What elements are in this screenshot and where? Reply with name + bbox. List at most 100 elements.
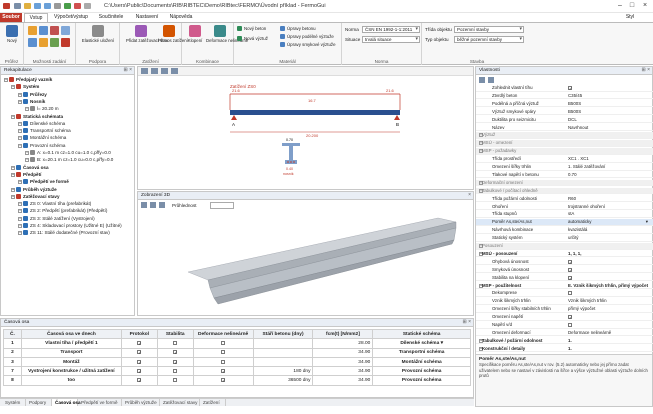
tab-soubor[interactable]: Soubor xyxy=(0,13,22,22)
property-value[interactable] xyxy=(568,290,650,296)
scheme-cell[interactable]: Dílenské schéma ▾ xyxy=(372,338,471,349)
tree-item[interactable]: − ZS 2: Předpětí (prefabrikát) (Předpětí) xyxy=(18,208,107,214)
tree-item[interactable]: − ZS 0: Vlastní tíha (prefabrikát) xyxy=(18,201,91,207)
property-row[interactable]: + MSÚ - omezení xyxy=(476,140,653,147)
trida-select[interactable]: Pozemní stavby xyxy=(454,26,524,33)
name-cell[interactable]: Montáž xyxy=(20,356,122,368)
save-icon[interactable] xyxy=(14,3,21,9)
elastic-support-button[interactable]: Elastické uložení xyxy=(80,25,116,43)
tab-vypocet[interactable]: Výpočet/výstup xyxy=(50,13,92,22)
property-value[interactable]: stA xyxy=(568,211,650,217)
name-cell[interactable]: Vystrojení konstrukce / užitná zatížení xyxy=(20,366,122,377)
expand-toggle-icon[interactable]: − xyxy=(4,78,8,82)
expand-toggle-icon[interactable]: − xyxy=(11,165,15,170)
property-value[interactable]: C35/45 xyxy=(568,93,650,99)
bottom-tab[interactable]: Podpory xyxy=(26,399,52,406)
reset-view-icon[interactable] xyxy=(159,202,165,208)
property-value[interactable]: ✓ xyxy=(568,85,650,91)
bottom-tab[interactable]: Systém xyxy=(2,399,26,406)
table-row[interactable]: 7 Vystrojení konstrukce / užitná zatížení… xyxy=(3,366,471,377)
column-header[interactable]: Č. xyxy=(3,328,22,340)
deform-cell[interactable] xyxy=(192,338,254,349)
deform-checkbox[interactable]: ✓ xyxy=(221,378,225,383)
protokol-checkbox[interactable]: ✓ xyxy=(137,350,142,355)
stabilita-cell[interactable] xyxy=(156,366,194,377)
measure-icon[interactable] xyxy=(171,68,178,74)
property-row[interactable]: Název Navrhnout xyxy=(476,125,653,131)
expand-toggle-icon[interactable]: − xyxy=(18,129,22,134)
add-load-case-button[interactable]: Přidat zatěžovací stav xyxy=(126,25,168,43)
property-checkbox[interactable] xyxy=(568,291,572,296)
protokol-cell[interactable]: ✓ xyxy=(120,347,158,358)
edit-concrete-button[interactable]: Úpravy betonu xyxy=(280,26,316,31)
bottom-tab[interactable]: Průběh výztuže xyxy=(122,399,160,406)
table-row[interactable]: 3 Montáž ✓ ✓ 34.90 Montážní schéma xyxy=(3,356,471,368)
protokol-checkbox[interactable]: ✓ xyxy=(137,378,142,383)
n-cell[interactable]: 8 xyxy=(3,375,22,386)
situace-select[interactable]: trvalá situace xyxy=(362,36,420,43)
age-cell[interactable] xyxy=(252,338,314,349)
deform-checkbox[interactable]: ✓ xyxy=(221,368,225,373)
expand-toggle-icon[interactable]: − xyxy=(11,187,15,192)
open-icon[interactable] xyxy=(24,3,31,9)
deform-cell[interactable]: ✓ xyxy=(192,375,254,386)
rotate-icon[interactable] xyxy=(141,202,147,208)
protokol-cell[interactable]: ✓ xyxy=(120,375,158,386)
expand-toggle-icon[interactable]: − xyxy=(11,194,15,199)
age-cell[interactable]: 36500 dny xyxy=(252,375,314,386)
option-6-icon[interactable] xyxy=(39,38,48,47)
name-cell[interactable]: Transport xyxy=(20,347,122,358)
redo-icon[interactable] xyxy=(44,3,51,9)
n-cell[interactable]: 2 xyxy=(3,347,22,358)
property-value[interactable]: ✓ xyxy=(568,267,650,273)
property-row[interactable]: Tlakové napětí v betonu 0.70 xyxy=(476,172,653,179)
edit-shear-button[interactable]: Úpravy smykové výztuže xyxy=(280,42,336,47)
property-row[interactable]: Ztvrdlý beton C35/45 xyxy=(476,93,653,100)
zoom3d-icon[interactable] xyxy=(150,202,156,208)
new-button[interactable]: Nový xyxy=(2,25,22,43)
expand-toggle-icon[interactable]: − xyxy=(18,180,22,185)
deform-checkbox[interactable] xyxy=(221,359,226,364)
property-checkbox[interactable]: ✓ xyxy=(568,86,572,91)
property-row[interactable]: Omezení napětí ✓ xyxy=(476,314,653,321)
property-row[interactable]: Omezení šířky stabilních trhlin přímý výp… xyxy=(476,306,653,313)
property-value[interactable]: Vznik šikmých trhlin xyxy=(568,298,650,304)
expand-toggle-icon[interactable]: − xyxy=(18,231,22,236)
property-value[interactable]: trojstranné ohoření xyxy=(568,204,650,210)
new-reinforcement-button[interactable]: Nová výztuž xyxy=(237,36,268,41)
customize-icon[interactable] xyxy=(84,3,91,9)
property-value[interactable]: 1. xyxy=(568,346,650,352)
scheme-cell[interactable]: Transportní schéma xyxy=(372,347,471,358)
tree-item[interactable]: − ZS 11: Stálé dodatečné (Provozní stav) xyxy=(18,230,110,236)
property-row[interactable]: − Tabulkové / požární odolnost 1. xyxy=(476,338,653,345)
property-row[interactable]: Podélná a příčná výztuž B500S xyxy=(476,101,653,108)
sort-alpha-icon[interactable] xyxy=(488,77,494,83)
tree-item[interactable]: − Průběh výztuže xyxy=(11,186,57,193)
property-row[interactable]: Zohlednit vlastní tíhu ✓ xyxy=(476,85,653,92)
stabilita-checkbox[interactable] xyxy=(173,368,178,373)
load-transfer-button[interactable]: Přenos zatížení xyxy=(158,25,188,43)
tree-item[interactable]: − A: x=0.1 m cz=1.0 cu=1.0 c,přfy=0.0 xyxy=(25,150,111,156)
property-value[interactable]: 0.70 xyxy=(568,172,650,178)
protokol-checkbox[interactable]: ✓ xyxy=(137,368,142,373)
expand-toggle-icon[interactable]: − xyxy=(18,202,22,207)
property-value[interactable]: E. Vznik šikmých trhlin, přímý výpočet xyxy=(568,283,650,289)
tab-napoveda[interactable]: Nápověda xyxy=(165,13,197,22)
property-value[interactable]: ✓ xyxy=(568,275,650,281)
protokol-cell[interactable]: ✓ xyxy=(120,356,158,368)
property-value[interactable]: B500S xyxy=(568,109,650,115)
close-icon[interactable]: × xyxy=(640,2,650,10)
property-value[interactable]: R60 xyxy=(568,196,650,202)
fcm-cell[interactable]: 28.00 xyxy=(312,338,374,349)
property-checkbox[interactable] xyxy=(568,323,572,327)
bottom-tab[interactable]: Předpětí ve formě xyxy=(78,399,122,406)
protokol-checkbox[interactable]: ✓ xyxy=(137,359,142,364)
print-icon[interactable] xyxy=(54,3,61,9)
fcm-cell[interactable]: 34.90 xyxy=(312,366,374,377)
tree-item[interactable]: − Provozní schéma xyxy=(18,142,66,149)
stabilita-cell[interactable] xyxy=(156,375,194,386)
n-cell[interactable]: 1 xyxy=(3,338,22,349)
property-value[interactable]: 1, 1, 1, xyxy=(568,251,650,257)
property-row[interactable]: Výztuž smykové spáry B500S xyxy=(476,109,653,116)
property-row[interactable]: Stabilita na klopení ✓ xyxy=(476,275,653,282)
